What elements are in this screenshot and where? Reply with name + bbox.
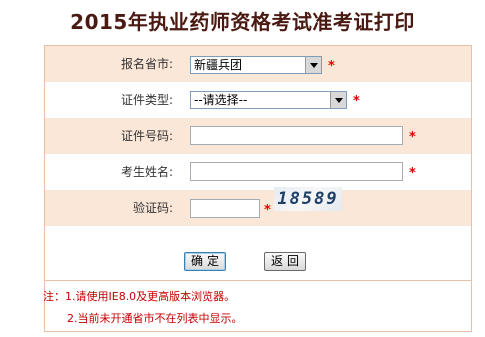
required-mark: * — [353, 94, 360, 109]
required-mark: * — [264, 203, 271, 218]
captcha-input[interactable] — [190, 199, 260, 218]
row-name: 考生姓名: * — [45, 154, 471, 191]
row-province: 报名省市: 新疆兵团 * — [45, 46, 471, 83]
row-captcha: 验证码: * — [45, 190, 471, 227]
confirm-button[interactable]: 确定 — [184, 252, 226, 271]
required-mark: * — [409, 130, 416, 145]
row-id-number: 证件号码: * — [45, 118, 471, 155]
province-label: 报名省市: — [120, 57, 173, 71]
row-id-type: 证件类型: --请选择-- * — [45, 82, 471, 119]
name-label: 考生姓名: — [120, 165, 173, 179]
page-title: 2015年执业药师资格考试准考证打印 — [70, 10, 415, 34]
chevron-down-icon[interactable] — [305, 57, 321, 73]
captcha-image[interactable]: 18589 — [274, 187, 342, 211]
required-mark: * — [409, 166, 416, 181]
note-line-2: 2.当前未开通省市不在列表中显示。 — [67, 312, 243, 325]
row-buttons: 确定 返回 — [45, 226, 471, 281]
note-line-1: 注：1.请使用IE8.0及更高版本浏览器。 — [43, 290, 236, 303]
province-select[interactable]: 新疆兵团 — [190, 56, 322, 74]
province-select-value: 新疆兵团 — [194, 58, 243, 72]
name-input[interactable] — [190, 162, 403, 181]
captcha-label: 验证码: — [132, 201, 173, 215]
id-number-input[interactable] — [190, 126, 403, 145]
id-type-select-value: --请选择-- — [194, 93, 248, 107]
id-type-label: 证件类型: — [120, 93, 173, 107]
required-mark: * — [328, 59, 335, 74]
id-number-label: 证件号码: — [120, 129, 173, 143]
back-button[interactable]: 返回 — [264, 252, 306, 271]
id-type-select[interactable]: --请选择-- — [190, 91, 347, 109]
print-form: 报名省市: 新疆兵团 * 证件类型: --请选择-- * 证件号码: * 考生姓… — [43, 45, 472, 332]
chevron-down-icon[interactable] — [330, 92, 346, 108]
